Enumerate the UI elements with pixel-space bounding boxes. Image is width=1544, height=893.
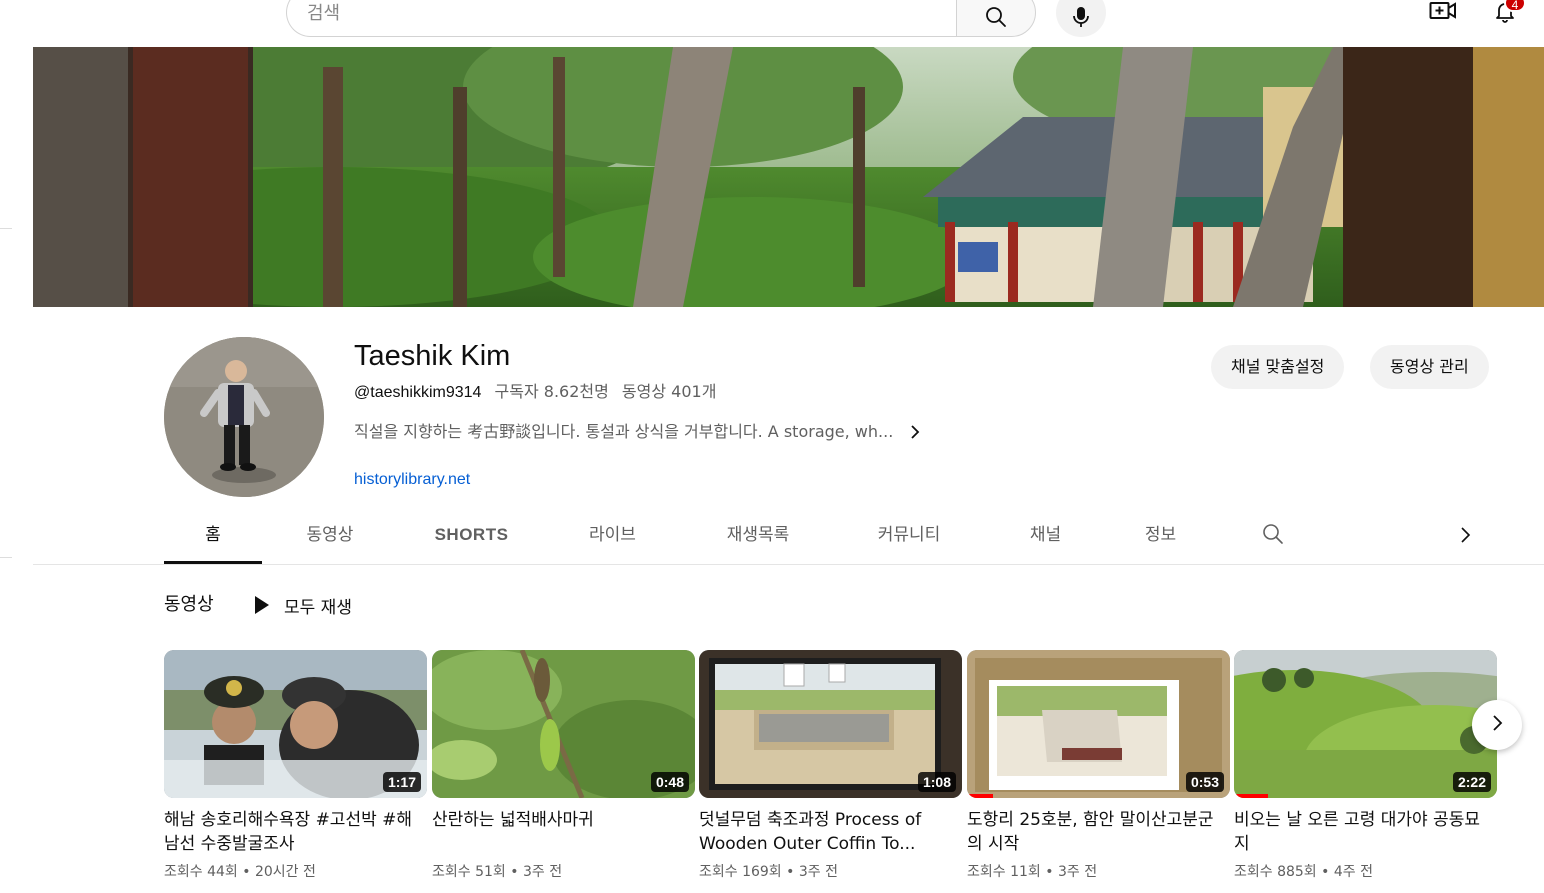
view-count: 조회수 169회 xyxy=(699,864,782,880)
upload-age: 3주 전 xyxy=(1057,864,1098,880)
video-metadata: 조회수 11회 • 3주 전 xyxy=(967,862,1230,882)
search-button[interactable] xyxy=(956,0,1036,37)
chevron-right-icon[interactable] xyxy=(1455,524,1475,550)
upload-age: 3주 전 xyxy=(798,864,838,880)
view-count: 조회수 11회 xyxy=(967,864,1041,880)
edge-divider xyxy=(0,557,12,558)
video-duration: 1:08 xyxy=(917,772,956,792)
meta-separator: • xyxy=(242,864,251,880)
tab-about[interactable]: 정보 xyxy=(1133,506,1188,564)
search-box[interactable] xyxy=(286,0,958,37)
channel-avatar[interactable] xyxy=(164,337,324,497)
meta-separator: • xyxy=(510,864,519,880)
chevron-right-icon xyxy=(1488,713,1506,737)
video-title[interactable]: 해남 송호리해수욕장 #고선박 #해남선 수중발굴조사 xyxy=(164,808,427,856)
search-input[interactable] xyxy=(307,1,907,25)
tab-channels[interactable]: 채널 xyxy=(1018,506,1073,564)
customize-channel-button[interactable]: 채널 맞춤설정 xyxy=(1211,345,1345,389)
video-title[interactable]: 덧널무덤 축조과정 Process of Wooden Outer Coffin… xyxy=(699,808,962,856)
video-duration: 0:48 xyxy=(650,772,689,792)
channel-handle: @taeshikkim9314 xyxy=(354,384,482,401)
manage-videos-button[interactable]: 동영상 관리 xyxy=(1370,345,1489,389)
video-thumbnail[interactable]: 0:48 xyxy=(432,650,695,798)
channel-name: Taeshik Kim xyxy=(354,340,511,372)
banner-image xyxy=(33,47,1544,307)
video-card[interactable]: 1:17 해남 송호리해수욕장 #고선박 #해남선 수중발굴조사 조회수 44회… xyxy=(164,650,427,882)
video-count: 동영상 401개 xyxy=(621,382,717,401)
video-thumbnail[interactable]: 0:53 xyxy=(967,650,1230,798)
view-count: 조회수 885회 xyxy=(1234,864,1317,880)
meta-separator: • xyxy=(1045,864,1054,880)
channel-banner xyxy=(33,47,1544,307)
view-count: 조회수 44회 xyxy=(164,864,238,880)
upload-age: 3주 전 xyxy=(522,864,563,880)
video-metadata: 조회수 885회 • 4주 전 xyxy=(1234,862,1497,882)
video-duration: 0:53 xyxy=(1185,772,1224,792)
top-bar: 4 xyxy=(0,0,1544,44)
edge-divider xyxy=(0,228,12,229)
play-icon xyxy=(252,594,270,616)
video-metadata: 조회수 44회 • 20시간 전 xyxy=(164,862,427,882)
video-metadata: 조회수 169회 • 3주 전 xyxy=(699,862,962,882)
video-thumbnail[interactable]: 1:08 xyxy=(699,650,962,798)
tab-home[interactable]: 홈 xyxy=(164,506,262,564)
video-card[interactable]: 2:22 비오는 날 오른 고령 대가야 공동묘지 조회수 885회 • 4주 … xyxy=(1234,650,1497,882)
meta-separator: • xyxy=(786,864,795,880)
video-card[interactable]: 0:53 도항리 25호분, 함안 말이산고분군의 시작 조회수 11회 • 3… xyxy=(967,650,1230,882)
voice-search-button[interactable] xyxy=(1056,0,1106,37)
video-duration: 2:22 xyxy=(1452,772,1491,792)
play-all-button[interactable]: 모두 재생 xyxy=(252,592,352,618)
video-metadata: 조회수 51회 • 3주 전 xyxy=(432,862,695,882)
tab-live[interactable]: 라이브 xyxy=(575,506,650,564)
chevron-right-icon[interactable] xyxy=(905,422,925,442)
video-card[interactable]: 0:48 산란하는 넓적배사마귀 조회수 51회 • 3주 전 xyxy=(432,650,695,882)
tab-playlists[interactable]: 재생목록 xyxy=(713,506,803,564)
channel-stats: @taeshikkim9314 구독자 8.62천명 동영상 401개 xyxy=(354,381,716,404)
channel-tabs: 홈 동영상 SHORTS 라이브 재생목록 커뮤니티 채널 정보 xyxy=(33,506,1544,565)
video-card[interactable]: 1:08 덧널무덤 축조과정 Process of Wooden Outer C… xyxy=(699,650,962,882)
video-thumbnail[interactable]: 2:22 xyxy=(1234,650,1497,798)
channel-description[interactable]: 직설을 지향하는 考古野談입니다. 통설과 상식을 거부합니다. A stora… xyxy=(354,421,925,443)
video-thumbnail[interactable]: 1:17 xyxy=(164,650,427,798)
play-all-label: 모두 재생 xyxy=(284,597,352,618)
search-icon[interactable] xyxy=(1261,522,1285,550)
mic-icon xyxy=(1070,5,1092,33)
tab-shorts[interactable]: SHORTS xyxy=(424,506,519,564)
video-add-icon xyxy=(1429,0,1457,26)
view-count: 조회수 51회 xyxy=(432,864,506,880)
meta-separator: • xyxy=(1321,864,1330,880)
watch-progress-bar xyxy=(1234,794,1269,798)
channel-description-text: 직설을 지향하는 考古野談입니다. 통설과 상식을 거부합니다. A stora… xyxy=(354,422,894,441)
channel-link[interactable]: historylibrary.net xyxy=(354,469,470,491)
tab-community[interactable]: 커뮤니티 xyxy=(863,506,955,564)
upload-age: 4주 전 xyxy=(1333,864,1373,880)
carousel-next-button[interactable] xyxy=(1472,700,1522,750)
upload-age: 20시간 전 xyxy=(254,864,316,880)
video-title[interactable]: 비오는 날 오른 고령 대가야 공동묘지 xyxy=(1234,808,1497,856)
video-title[interactable]: 산란하는 넓적배사마귀 xyxy=(432,808,695,856)
watch-progress-bar xyxy=(967,794,994,798)
create-button[interactable] xyxy=(1425,0,1461,26)
video-duration: 1:17 xyxy=(382,772,421,792)
avatar-image xyxy=(164,337,324,497)
section-title: 동영상 xyxy=(164,594,214,615)
video-title[interactable]: 도항리 25호분, 함안 말이산고분군의 시작 xyxy=(967,808,1230,856)
search-icon xyxy=(984,5,1008,33)
subscriber-count: 구독자 8.62천명 xyxy=(494,382,609,401)
tab-videos[interactable]: 동영상 xyxy=(290,506,370,564)
